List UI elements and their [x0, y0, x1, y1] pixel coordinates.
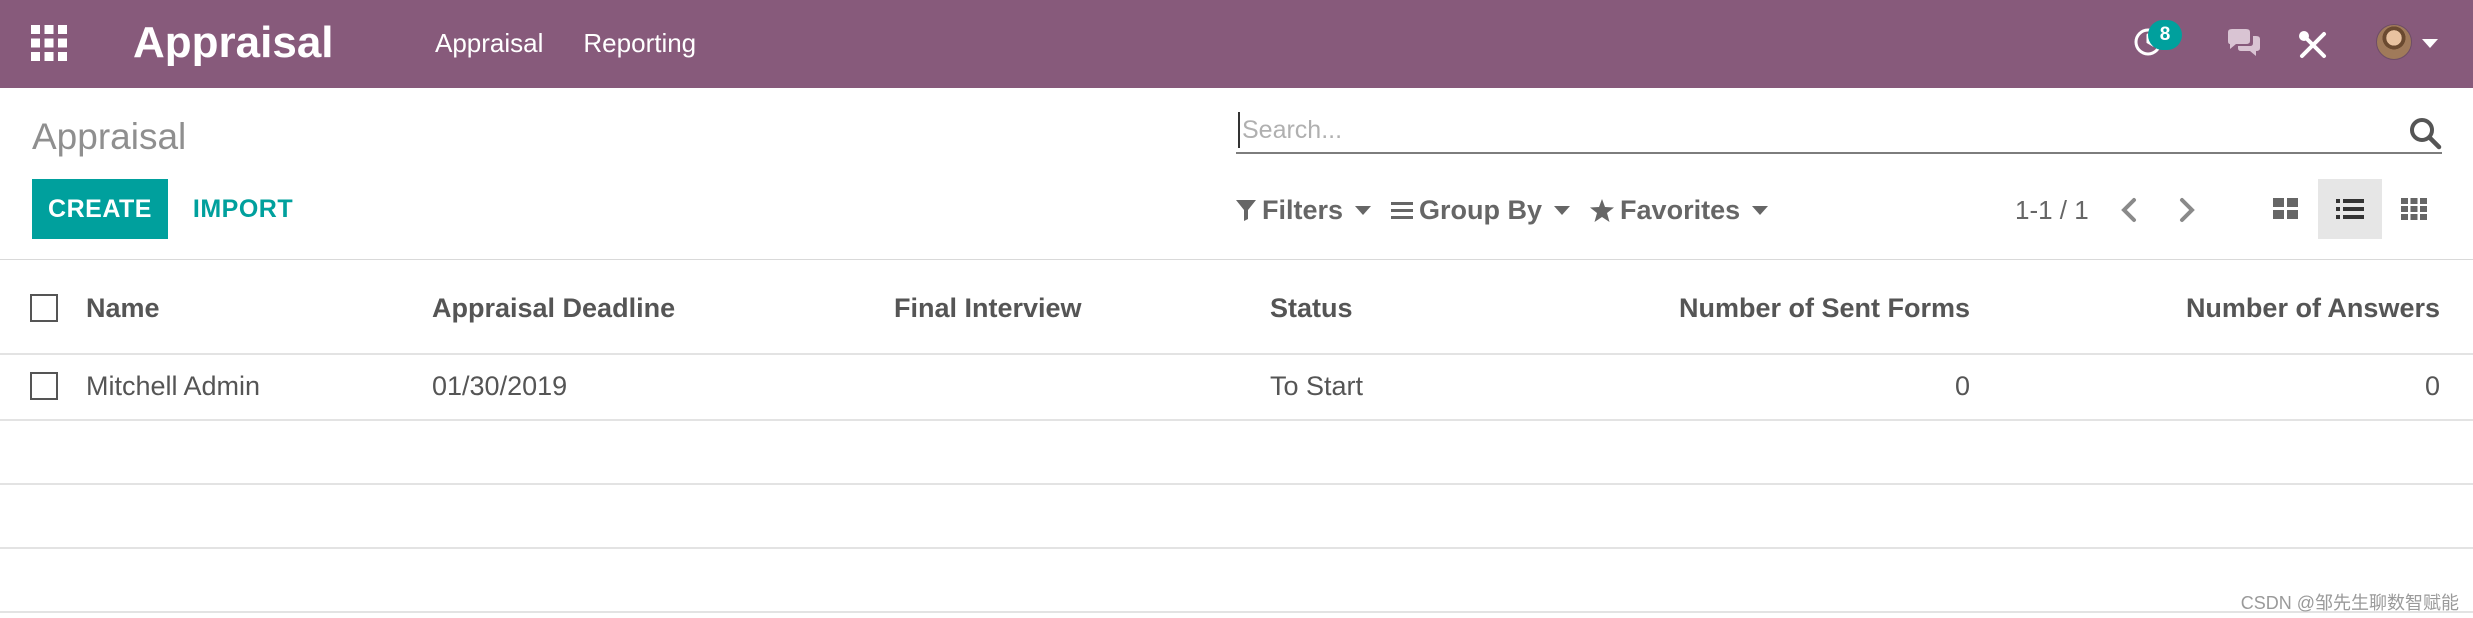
column-header-name[interactable]: Name	[86, 291, 160, 325]
list-bars-icon	[1391, 202, 1414, 219]
search-options: Filters Group By Favorites	[1236, 190, 1788, 230]
favorites-dropdown[interactable]: Favorites	[1590, 194, 1769, 226]
chevron-down-icon	[1554, 205, 1571, 215]
user-menu-caret[interactable]	[2422, 39, 2438, 48]
cell-status: To Start	[1270, 371, 1364, 401]
grid-view-button[interactable]	[2382, 179, 2446, 239]
pager-value[interactable]: 1-1 / 1	[2015, 190, 2089, 230]
header-separator	[0, 353, 2473, 355]
cell-answers: 0	[2424, 371, 2440, 401]
import-button[interactable]: IMPORT	[180, 179, 306, 239]
control-panel-divider	[0, 259, 2473, 260]
menu-item-reporting[interactable]: Reporting	[583, 26, 696, 60]
top-menu: Appraisal Reporting	[435, 26, 696, 60]
star-icon	[1590, 198, 1615, 222]
view-switcher	[2254, 179, 2446, 239]
cell-name: Mitchell Admin	[86, 371, 261, 401]
create-button[interactable]: CREATE	[32, 179, 168, 239]
watermark: CSDN @邹先生聊数智赋能	[2240, 593, 2459, 613]
debug-icon[interactable]	[2298, 30, 2328, 60]
group-by-label: Group By	[1419, 194, 1543, 225]
filter-icon	[1236, 200, 1256, 221]
main-navbar: Appraisal Appraisal Reporting 8	[0, 0, 2473, 88]
apps-icon[interactable]	[30, 24, 68, 62]
search-bar	[1236, 108, 2442, 154]
kanban-view-button[interactable]	[2254, 179, 2318, 239]
chat-icon[interactable]	[2226, 28, 2262, 58]
list-view-button[interactable]	[2318, 179, 2382, 239]
avatar[interactable]	[2376, 24, 2412, 60]
chevron-down-icon	[1752, 205, 1769, 215]
row-checkbox[interactable]	[30, 372, 58, 400]
column-header-appraisal-deadline[interactable]: Appraisal Deadline	[432, 291, 675, 325]
kanban-icon	[2273, 198, 2298, 219]
row-separator	[0, 547, 2473, 549]
filters-label: Filters	[1262, 194, 1344, 225]
pager-next-icon[interactable]	[2168, 192, 2204, 228]
search-input[interactable]	[1238, 112, 2378, 148]
column-header-final-interview[interactable]: Final Interview	[894, 291, 1082, 325]
row-separator	[0, 611, 2473, 613]
filters-dropdown[interactable]: Filters	[1236, 194, 1372, 226]
favorites-label: Favorites	[1620, 194, 1741, 225]
pager-previous-icon[interactable]	[2112, 192, 2148, 228]
cell-sent-forms: 0	[1954, 371, 1970, 401]
row-separator	[0, 483, 2473, 485]
cell-deadline: 01/30/2019	[432, 371, 568, 401]
list-icon	[2336, 199, 2364, 219]
column-header-sent-forms[interactable]: Number of Sent Forms	[1620, 291, 1970, 325]
column-header-status[interactable]: Status	[1270, 291, 1353, 325]
select-all-checkbox[interactable]	[30, 294, 58, 322]
breadcrumb: Appraisal	[32, 116, 187, 157]
grid-icon	[2401, 198, 2427, 220]
row-separator	[0, 419, 2473, 421]
group-by-dropdown[interactable]: Group By	[1391, 194, 1571, 226]
activity-count-badge: 8	[2148, 20, 2182, 50]
app-title: Appraisal	[133, 18, 334, 67]
column-header-answers[interactable]: Number of Answers	[2040, 291, 2440, 325]
menu-item-appraisal[interactable]: Appraisal	[435, 26, 543, 60]
search-icon[interactable]	[2408, 116, 2442, 150]
chevron-down-icon	[1355, 205, 1372, 215]
